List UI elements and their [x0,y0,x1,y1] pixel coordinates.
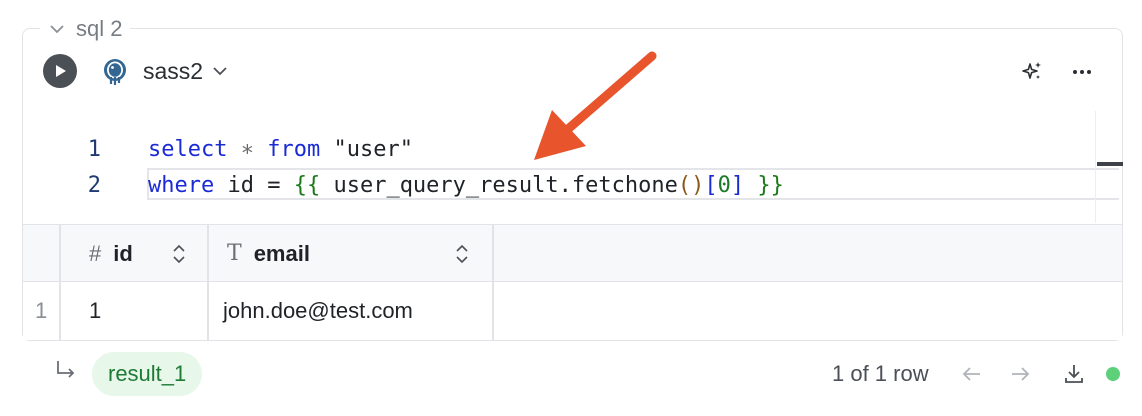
column-name: id [113,240,133,266]
connection-status-dot [1106,367,1120,381]
download-icon [1065,365,1083,383]
column-divider[interactable] [492,225,494,340]
code-token: user_query_result.fetchone [320,172,678,198]
code-token: 0 [717,172,731,198]
sort-updown-icon[interactable] [171,243,187,265]
cell-title[interactable]: sql 2 [40,14,131,44]
table-header-row: # id T email [23,225,1122,282]
play-icon [56,65,66,77]
column-header-email[interactable]: T email [227,225,467,282]
code-token: ∗ [227,136,268,162]
result-variable-chip[interactable]: result_1 [92,352,203,396]
results-table: # id T email 1 1 john.doe@test.com [23,224,1122,340]
more-options-button[interactable] [1067,57,1097,87]
cell-title-text: sql 2 [76,16,123,41]
arrow-left-icon [962,367,980,381]
code-token: select [148,136,228,162]
ai-assist-button[interactable] [1017,57,1047,87]
code-token: from [267,136,321,162]
code-line: 2 where id = {{ user_query_result.fetcho… [23,167,1093,203]
sort-updown-icon[interactable] [454,243,470,265]
code-token: () [677,172,705,198]
code-token: ] [730,172,745,198]
return-arrow-icon [57,361,75,378]
code-text: select ∗ from "user" [148,137,413,162]
editor-scrollbar[interactable] [1095,111,1121,223]
code-token: "user" [320,136,413,162]
arrow-right-icon [1012,367,1030,381]
line-number: 1 [87,136,101,162]
code-token: where [148,172,215,198]
chevron-down-icon [213,67,227,76]
column-divider[interactable] [207,225,209,340]
number-type-icon: # [89,240,102,266]
line-number: 2 [87,172,101,198]
row-number: 1 [35,298,48,323]
database-select[interactable]: sass2 [143,55,229,87]
previous-page-button[interactable] [958,360,986,388]
code-token: [ [704,172,718,198]
text-type-icon: T [227,241,242,266]
column-divider [59,225,61,340]
sparkles-icon [1022,62,1041,79]
code-token: {{ [293,172,321,198]
postgres-elephant-icon [104,59,126,85]
next-page-button[interactable] [1006,360,1034,388]
column-name: email [253,240,310,266]
result-footer: result_1 1 of 1 row [0,350,1142,396]
table-row[interactable]: 1 1 john.doe@test.com [23,282,1122,340]
database-name: sass2 [143,57,204,84]
run-button[interactable] [43,54,77,88]
chevron-down-icon[interactable] [48,20,66,38]
scrollbar-cursor-marker [1097,162,1123,166]
column-header-id[interactable]: # id [89,225,207,282]
download-button[interactable] [1060,360,1088,388]
row-count: 1 of 1 row [832,361,929,386]
code-text: where id = {{ user_query_result.fetchone… [148,173,784,198]
cell-email[interactable]: john.doe@test.com [223,282,413,340]
more-dots-icon [1073,70,1091,74]
code-token: }} [757,172,784,198]
cell-id[interactable]: 1 [89,282,101,340]
annotation-arrow [534,51,657,160]
code-token: id = [214,172,294,198]
